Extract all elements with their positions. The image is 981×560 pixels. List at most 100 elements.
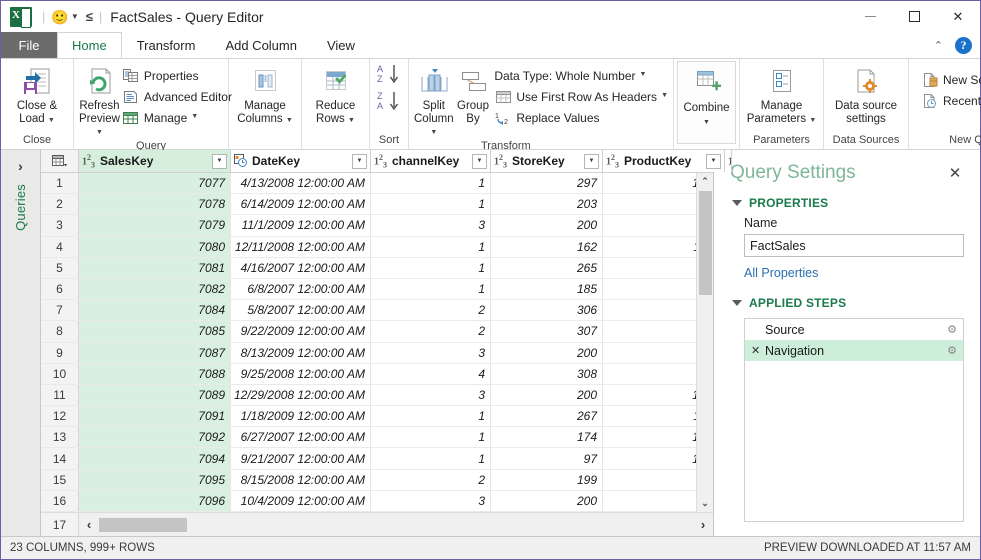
filter-dropdown-icon[interactable]: ▼ [706, 154, 721, 169]
row-number[interactable]: 8 [41, 321, 79, 341]
cell-storekey[interactable]: 200 [491, 491, 603, 511]
table-row[interactable]: 4708012/11/2008 12:00:00 AM11621132 [41, 237, 696, 258]
cell-datekey[interactable]: 12/11/2008 12:00:00 AM [231, 237, 371, 257]
select-all-grid-button[interactable] [41, 150, 79, 172]
table-row[interactable]: 1070889/25/2008 12:00:00 AM4308437 [41, 364, 696, 385]
recent-sources-button[interactable]: Recent Sources ▼ [919, 90, 981, 111]
group-by-button[interactable]: Group By [454, 63, 493, 125]
cell-storekey[interactable]: 297 [491, 173, 603, 193]
cell-saleskey[interactable]: 7085 [79, 321, 231, 341]
cell-channelkey[interactable]: 1 [371, 194, 491, 214]
cell-channelkey[interactable]: 3 [371, 491, 491, 511]
smiley-feedback-icon[interactable]: 🙂 [51, 10, 68, 24]
gear-icon[interactable]: ⚙ [947, 344, 957, 357]
cell-storekey[interactable]: 200 [491, 343, 603, 363]
close-button[interactable]: ✕ [936, 1, 980, 32]
cell-channelkey[interactable]: 1 [371, 427, 491, 447]
tab-file[interactable]: File [1, 32, 57, 58]
cell-datekey[interactable]: 8/15/2008 12:00:00 AM [231, 470, 371, 490]
filter-dropdown-icon[interactable]: ▼ [352, 154, 367, 169]
cell-storekey[interactable]: 200 [491, 215, 603, 235]
table-row[interactable]: 170774/13/2008 12:00:00 AM12971086 [41, 173, 696, 194]
table-row[interactable]: 1570958/15/2008 12:00:00 AM2199458 [41, 470, 696, 491]
cell-storekey[interactable]: 265 [491, 258, 603, 278]
tab-view[interactable]: View [312, 32, 370, 58]
scroll-down-arrow-icon[interactable]: ⌄ [697, 495, 714, 512]
cell-saleskey[interactable]: 7082 [79, 279, 231, 299]
column-header-saleskey[interactable]: 123 SalesKey ▼ [79, 150, 231, 172]
cell-datekey[interactable]: 6/8/2007 12:00:00 AM [231, 279, 371, 299]
all-properties-link[interactable]: All Properties [744, 266, 964, 280]
table-row[interactable]: 1370926/27/2007 12:00:00 AM11741244 [41, 427, 696, 448]
grid-vertical-scrollbar[interactable]: ⌃ ⌄ [696, 173, 713, 512]
cell-saleskey[interactable]: 7077 [79, 173, 231, 193]
cell-channelkey[interactable]: 1 [371, 406, 491, 426]
cell-saleskey[interactable]: 7094 [79, 448, 231, 468]
row-number[interactable]: 9 [41, 343, 79, 363]
use-first-row-as-headers-button[interactable]: Use First Row As Headers ▼ [492, 86, 668, 107]
sort-descending-button[interactable]: Z A [376, 90, 402, 117]
use-first-row-dropdown-icon[interactable]: ▼ [661, 92, 668, 99]
manage-columns-button[interactable]: Manage Columns ▼ [234, 63, 296, 127]
table-row[interactable]: 16709610/4/2009 12:00:00 AM3200310 [41, 491, 696, 512]
expand-queries-pane-icon[interactable]: › [18, 158, 23, 174]
tab-transform[interactable]: Transform [122, 32, 211, 58]
row-number[interactable]: 11 [41, 385, 79, 405]
cell-saleskey[interactable]: 7089 [79, 385, 231, 405]
cell-datekey[interactable]: 4/16/2007 12:00:00 AM [231, 258, 371, 278]
tab-add-column[interactable]: Add Column [210, 32, 312, 58]
cell-datekey[interactable]: 8/13/2009 12:00:00 AM [231, 343, 371, 363]
cell-storekey[interactable]: 203 [491, 194, 603, 214]
cell-datekey[interactable]: 4/13/2008 12:00:00 AM [231, 173, 371, 193]
collapse-triangle-icon[interactable] [732, 200, 742, 206]
filter-dropdown-icon[interactable]: ▼ [472, 154, 487, 169]
cell-datekey[interactable]: 9/25/2008 12:00:00 AM [231, 364, 371, 384]
replace-values-button[interactable]: 1 2 Replace Values [492, 107, 668, 128]
cell-datekey[interactable]: 6/27/2007 12:00:00 AM [231, 427, 371, 447]
cell-storekey[interactable]: 200 [491, 385, 603, 405]
row-number[interactable]: 16 [41, 491, 79, 511]
cell-datekey[interactable]: 11/1/2009 12:00:00 AM [231, 215, 371, 235]
maximize-button[interactable] [892, 1, 936, 32]
cell-saleskey[interactable]: 7088 [79, 364, 231, 384]
table-row[interactable]: 11708912/29/2008 12:00:00 AM32001029 [41, 385, 696, 406]
refresh-preview-button[interactable]: Refresh Preview ▼ [79, 63, 120, 140]
row-number[interactable]: 10 [41, 364, 79, 384]
cell-saleskey[interactable]: 7091 [79, 406, 231, 426]
scroll-right-arrow-icon[interactable]: › [693, 517, 713, 532]
column-header-productkey[interactable]: 123 ProductKey ▼ [603, 150, 725, 172]
cell-saleskey[interactable]: 7080 [79, 237, 231, 257]
scroll-left-arrow-icon[interactable]: ‹ [79, 517, 99, 532]
data-type-dropdown-icon[interactable]: ▼ [640, 71, 647, 78]
smiley-dropdown-icon[interactable]: ▼ [71, 12, 79, 21]
properties-section-header[interactable]: PROPERTIES [730, 196, 964, 210]
cell-storekey[interactable]: 307 [491, 321, 603, 341]
data-source-settings-button[interactable]: Data source settings [829, 63, 903, 125]
cell-datekey[interactable]: 9/21/2007 12:00:00 AM [231, 448, 371, 468]
cell-saleskey[interactable]: 7079 [79, 215, 231, 235]
cell-storekey[interactable]: 199 [491, 470, 603, 490]
delete-step-icon[interactable]: ✕ [751, 344, 765, 357]
cell-channelkey[interactable]: 3 [371, 343, 491, 363]
table-row[interactable]: 1470949/21/2007 12:00:00 AM1971541 [41, 448, 696, 469]
cell-storekey[interactable]: 185 [491, 279, 603, 299]
cell-saleskey[interactable]: 7095 [79, 470, 231, 490]
table-row[interactable]: 970878/13/2009 12:00:00 AM3200504 [41, 343, 696, 364]
row-number[interactable]: 12 [41, 406, 79, 426]
cell-datekey[interactable]: 12/29/2008 12:00:00 AM [231, 385, 371, 405]
manage-button[interactable]: Manage ▼ [120, 107, 232, 128]
row-number[interactable]: 4 [41, 237, 79, 257]
queries-pane-collapsed[interactable]: › Queries [1, 150, 41, 536]
cell-storekey[interactable]: 308 [491, 364, 603, 384]
cell-storekey[interactable]: 267 [491, 406, 603, 426]
combine-button[interactable]: Combine ▼ [677, 61, 736, 144]
horizontal-scroll-thumb[interactable] [99, 518, 187, 532]
properties-button[interactable]: Properties [120, 65, 232, 86]
cell-saleskey[interactable]: 7078 [79, 194, 231, 214]
table-row[interactable]: 270786/14/2009 12:00:00 AM1203904 [41, 194, 696, 215]
row-number[interactable]: 15 [41, 470, 79, 490]
cell-datekey[interactable]: 1/18/2009 12:00:00 AM [231, 406, 371, 426]
cell-channelkey[interactable]: 1 [371, 173, 491, 193]
table-row[interactable]: 670826/8/2007 12:00:00 AM1185222 [41, 279, 696, 300]
combine-dropdown-icon[interactable]: ▼ [703, 119, 710, 126]
